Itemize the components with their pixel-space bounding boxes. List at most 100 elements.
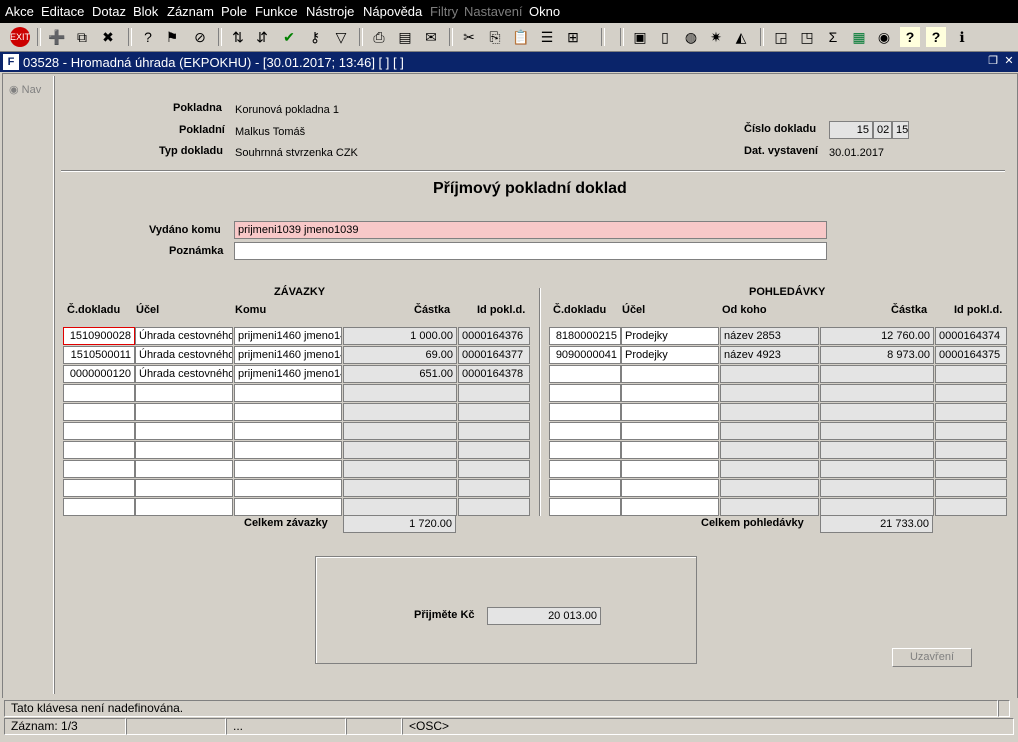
menu-funkce[interactable]: Funkce — [255, 4, 298, 19]
menu-dotaz[interactable]: Dotaz — [92, 4, 126, 19]
zavazky-row-9-castka[interactable] — [343, 479, 457, 497]
prijmete-value[interactable]: 20 013.00 — [487, 607, 601, 625]
help-bubble-icon[interactable]: ? — [926, 27, 946, 47]
zavazky-row-5-cdokladu[interactable] — [63, 403, 135, 421]
document-icon[interactable]: ▯ — [655, 27, 675, 47]
clipboard-icon[interactable]: ▣ — [630, 27, 650, 47]
zavazky-row-8-cdokladu[interactable] — [63, 460, 135, 478]
pohledavky-row-9-odkoho[interactable] — [720, 479, 819, 497]
zavazky-row-6-komu[interactable] — [234, 422, 342, 440]
pohledavky-row-5-castka[interactable] — [820, 403, 934, 421]
print-preview-icon[interactable]: ▤ — [395, 27, 415, 47]
report-icon[interactable]: ◳ — [797, 27, 817, 47]
duplicate-record-icon[interactable]: ⧉ — [72, 27, 92, 47]
pohledavky-row-6-odkoho[interactable] — [720, 422, 819, 440]
filter-icon[interactable]: ▽ — [331, 27, 351, 47]
zavazky-row-10-cdokladu[interactable] — [63, 498, 135, 516]
zavazky-row-9-komu[interactable] — [234, 479, 342, 497]
chart-icon[interactable]: ◲ — [771, 27, 791, 47]
poznamka-input[interactable] — [234, 242, 827, 260]
zavazky-row-5-castka[interactable] — [343, 403, 457, 421]
sort-desc-icon[interactable]: ⇵ — [252, 27, 272, 47]
zavazky-row-10-id[interactable] — [458, 498, 530, 516]
commit-check-icon[interactable]: ✔ — [279, 27, 299, 47]
zavazky-row-7-ucel[interactable] — [135, 441, 233, 459]
cislo-dokladu-part2[interactable]: 02 — [873, 121, 892, 139]
zavazky-row-10-ucel[interactable] — [135, 498, 233, 516]
pohledavky-row-9-castka[interactable] — [820, 479, 934, 497]
menu-pole[interactable]: Pole — [221, 4, 247, 19]
zavazky-row-2-id[interactable]: 0000164377 — [458, 346, 530, 364]
mail-icon[interactable]: ✉ — [421, 27, 441, 47]
zavazky-row-6-cdokladu[interactable] — [63, 422, 135, 440]
zavazky-row-7-castka[interactable] — [343, 441, 457, 459]
zavazky-row-1-cdokladu[interactable]: 1510900028 — [63, 327, 135, 345]
pohledavky-row-5-cdokladu[interactable] — [549, 403, 621, 421]
pohledavky-row-1-odkoho[interactable]: název 2853 — [720, 327, 819, 345]
nav-tab[interactable]: ◉ Nav — [9, 83, 41, 96]
zavazky-row-6-id[interactable] — [458, 422, 530, 440]
vydano-komu-input[interactable]: prijmeni1039 jmeno1039 — [234, 221, 827, 239]
zavazky-row-8-id[interactable] — [458, 460, 530, 478]
zavazky-row-9-id[interactable] — [458, 479, 530, 497]
zavazky-row-10-castka[interactable] — [343, 498, 457, 516]
zavazky-row-7-id[interactable] — [458, 441, 530, 459]
pohledavky-row-6-cdokladu[interactable] — [549, 422, 621, 440]
pohledavky-row-3-castka[interactable] — [820, 365, 934, 383]
eye-icon[interactable]: ◭ — [731, 27, 751, 47]
zavazky-row-2-castka[interactable]: 69.00 — [343, 346, 457, 364]
pohledavky-row-2-odkoho[interactable]: název 4923 — [720, 346, 819, 364]
zavazky-row-8-castka[interactable] — [343, 460, 457, 478]
zavazky-row-7-cdokladu[interactable] — [63, 441, 135, 459]
pohledavky-row-6-id[interactable] — [935, 422, 1007, 440]
cancel-query-icon[interactable]: ⊘ — [190, 27, 210, 47]
pohledavky-row-4-cdokladu[interactable] — [549, 384, 621, 402]
zavazky-row-6-castka[interactable] — [343, 422, 457, 440]
pohledavky-row-5-ucel[interactable] — [621, 403, 719, 421]
pohledavky-row-4-odkoho[interactable] — [720, 384, 819, 402]
pohledavky-row-3-cdokladu[interactable] — [549, 365, 621, 383]
execute-query-icon[interactable]: ⚑ — [162, 27, 182, 47]
zavazky-row-10-komu[interactable] — [234, 498, 342, 516]
pohledavky-row-10-id[interactable] — [935, 498, 1007, 516]
list-icon[interactable]: ☰ — [537, 27, 557, 47]
zavazky-row-7-komu[interactable] — [234, 441, 342, 459]
pohledavky-row-2-cdokladu[interactable]: 9090000041 — [549, 346, 621, 364]
menu-napoveda[interactable]: Nápověda — [363, 4, 422, 19]
insert-record-icon[interactable]: ➕ — [47, 27, 67, 47]
pohledavky-row-9-cdokladu[interactable] — [549, 479, 621, 497]
zavazky-row-3-castka[interactable]: 651.00 — [343, 365, 457, 383]
pohledavky-row-1-cdokladu[interactable]: 8180000215 — [549, 327, 621, 345]
pohledavky-row-3-ucel[interactable] — [621, 365, 719, 383]
help-question-icon[interactable]: ? — [900, 27, 920, 47]
pohledavky-row-9-ucel[interactable] — [621, 479, 719, 497]
pohledavky-row-2-castka[interactable]: 8 973.00 — [820, 346, 934, 364]
menu-nastroje[interactable]: Nástroje — [306, 4, 354, 19]
pohledavky-row-3-id[interactable] — [935, 365, 1007, 383]
tree-icon[interactable]: ⊞ — [563, 27, 583, 47]
pohledavky-row-8-castka[interactable] — [820, 460, 934, 478]
zavazky-row-3-komu[interactable]: prijmeni1460 jmeno14 — [234, 365, 342, 383]
pohledavky-row-8-odkoho[interactable] — [720, 460, 819, 478]
pohledavky-row-7-castka[interactable] — [820, 441, 934, 459]
cislo-dokladu-part1[interactable]: 15 — [829, 121, 873, 139]
zavazky-row-3-id[interactable]: 0000164378 — [458, 365, 530, 383]
pohledavky-row-2-id[interactable]: 0000164375 — [935, 346, 1007, 364]
pohledavky-row-1-ucel[interactable]: Prodejky — [621, 327, 719, 345]
pohledavky-row-4-id[interactable] — [935, 384, 1007, 402]
pohledavky-row-6-castka[interactable] — [820, 422, 934, 440]
zavazky-row-4-komu[interactable] — [234, 384, 342, 402]
uzavreni-button[interactable]: Uzavření — [892, 648, 972, 667]
zavazky-row-5-ucel[interactable] — [135, 403, 233, 421]
sum-icon[interactable]: Σ — [823, 27, 843, 47]
pohledavky-row-7-ucel[interactable] — [621, 441, 719, 459]
cislo-dokladu-part3[interactable]: 15 — [892, 121, 909, 139]
menu-okno[interactable]: Okno — [529, 4, 560, 19]
exit-icon[interactable]: EXIT — [10, 27, 30, 47]
zavazky-row-1-komu[interactable]: prijmeni1460 jmeno14 — [234, 327, 342, 345]
paste-icon[interactable]: 📋 — [511, 27, 531, 47]
pohledavky-row-1-castka[interactable]: 12 760.00 — [820, 327, 934, 345]
zavazky-row-1-ucel[interactable]: Úhrada cestovného — [135, 327, 233, 345]
zavazky-row-4-ucel[interactable] — [135, 384, 233, 402]
zavazky-row-4-castka[interactable] — [343, 384, 457, 402]
